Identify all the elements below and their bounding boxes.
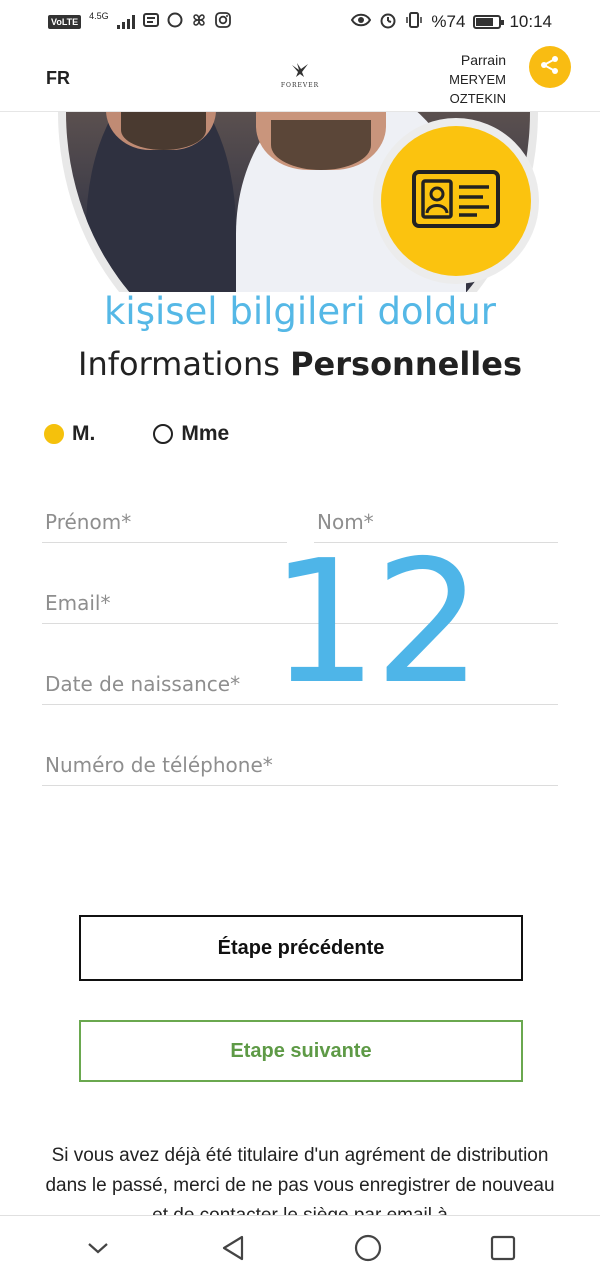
gender-radio-group: M. Mme	[44, 422, 229, 446]
sponsor-info: Parrain MERYEM OZTEKIN	[449, 51, 506, 108]
page-title: Informations Personnelles	[0, 345, 600, 383]
status-bar: VoLTE 4.5G %74 10:14	[0, 0, 600, 44]
sponsor-first-name: MERYEM	[449, 72, 506, 87]
gender-option-mme[interactable]: Mme	[153, 422, 229, 446]
recents-square-icon	[490, 1235, 516, 1266]
nav-collapse-button[interactable]	[78, 1231, 118, 1271]
battery-fill	[476, 18, 493, 26]
vibrate-icon	[405, 11, 423, 34]
first-name-input[interactable]	[42, 503, 287, 541]
radio-checked-icon[interactable]	[44, 424, 64, 444]
clock: 10:14	[509, 12, 552, 31]
logo-text: FOREVER	[280, 82, 320, 89]
registration-notice: Si vous avez déjà été titulaire d'un agr…	[45, 1145, 555, 1215]
chevron-down-icon	[86, 1241, 110, 1260]
subtitle-turkish: kişisel bilgileri doldur	[103, 290, 496, 333]
status-left: VoLTE 4.5G	[48, 11, 231, 33]
radio-unchecked-icon[interactable]	[153, 424, 174, 444]
id-card-icon	[411, 169, 501, 234]
id-card-badge	[381, 126, 531, 276]
status-right: %74 10:14	[351, 11, 552, 34]
eagle-icon	[280, 62, 320, 82]
volte-icon: VoLTE	[48, 15, 82, 29]
battery-icon	[473, 15, 505, 29]
fan-icon	[191, 12, 207, 33]
back-triangle-icon	[220, 1234, 246, 1267]
page-title-regular: Informations	[78, 345, 280, 383]
signal-icon	[116, 15, 135, 29]
forever-logo[interactable]: FOREVER	[280, 62, 320, 89]
battery-percent: %74	[431, 12, 466, 31]
network-type: 4.5G	[89, 11, 109, 21]
hero-banner	[0, 112, 600, 292]
first-name-field	[42, 503, 287, 543]
gender-option-m[interactable]: M.	[44, 422, 95, 446]
app-header: FR FOREVER Parrain MERYEM OZTEKIN	[0, 44, 600, 112]
step-number-overlay: 12	[270, 524, 482, 722]
gender-option-mme-label: Mme	[181, 422, 230, 445]
sponsor-last-name: OZTEKIN	[449, 91, 506, 106]
previous-step-button[interactable]: Étape précédente	[79, 915, 523, 981]
photo-beard-right	[271, 120, 371, 170]
home-circle-icon	[353, 1233, 383, 1268]
sync-icon	[167, 12, 183, 33]
nav-back-button[interactable]	[213, 1231, 253, 1271]
language-selector[interactable]: FR	[46, 68, 70, 89]
sponsor-title: Parrain	[460, 52, 506, 68]
phone-field	[42, 746, 558, 786]
eye-icon	[351, 12, 372, 32]
message-icon	[142, 12, 159, 32]
system-nav-bar	[0, 1215, 600, 1285]
alarm-icon	[379, 11, 397, 34]
gender-option-m-label: M.	[72, 422, 96, 445]
instagram-icon	[214, 11, 231, 33]
nav-recents-button[interactable]	[483, 1231, 523, 1271]
next-step-button[interactable]: Etape suivante	[79, 1020, 523, 1082]
share-button[interactable]	[529, 46, 571, 88]
share-icon	[539, 54, 561, 81]
nav-home-button[interactable]	[348, 1231, 388, 1271]
phone-input[interactable]	[42, 746, 558, 784]
page-title-bold: Personnelles	[290, 345, 522, 383]
